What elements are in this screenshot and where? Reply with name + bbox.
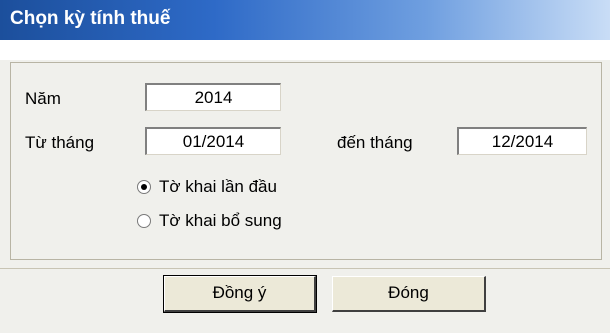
separator bbox=[0, 268, 610, 269]
to-month-label: đến tháng bbox=[337, 133, 413, 152]
from-month-field[interactable]: 01/2014 bbox=[145, 127, 281, 155]
window-title: Chọn kỳ tính thuế bbox=[10, 8, 171, 29]
dialog-window: Chọn kỳ tính thuế Năm 2014 Từ tháng 01/2… bbox=[0, 0, 610, 333]
period-groupbox: Năm 2014 Từ tháng 01/2014 đến tháng 12/2… bbox=[10, 62, 602, 260]
header-strip bbox=[0, 40, 610, 60]
radio-supplementary-declaration-label: Tờ khai bổ sung bbox=[159, 211, 282, 230]
to-month-field[interactable]: 12/2014 bbox=[457, 127, 587, 155]
radio-supplementary-declaration[interactable]: Tờ khai bổ sung bbox=[137, 211, 357, 233]
close-button[interactable]: Đóng bbox=[332, 276, 486, 312]
radio-first-declaration-label: Tờ khai lần đầu bbox=[159, 177, 277, 196]
radio-first-declaration[interactable]: Tờ khai lần đầu bbox=[137, 177, 357, 199]
year-field[interactable]: 2014 bbox=[145, 83, 281, 111]
radio-checked-icon[interactable] bbox=[137, 180, 151, 194]
title-bar[interactable]: Chọn kỳ tính thuế bbox=[0, 0, 610, 40]
radio-unchecked-icon[interactable] bbox=[137, 214, 151, 228]
ok-button[interactable]: Đồng ý bbox=[163, 275, 317, 313]
from-month-label: Từ tháng bbox=[25, 133, 95, 152]
year-label: Năm bbox=[25, 89, 61, 108]
